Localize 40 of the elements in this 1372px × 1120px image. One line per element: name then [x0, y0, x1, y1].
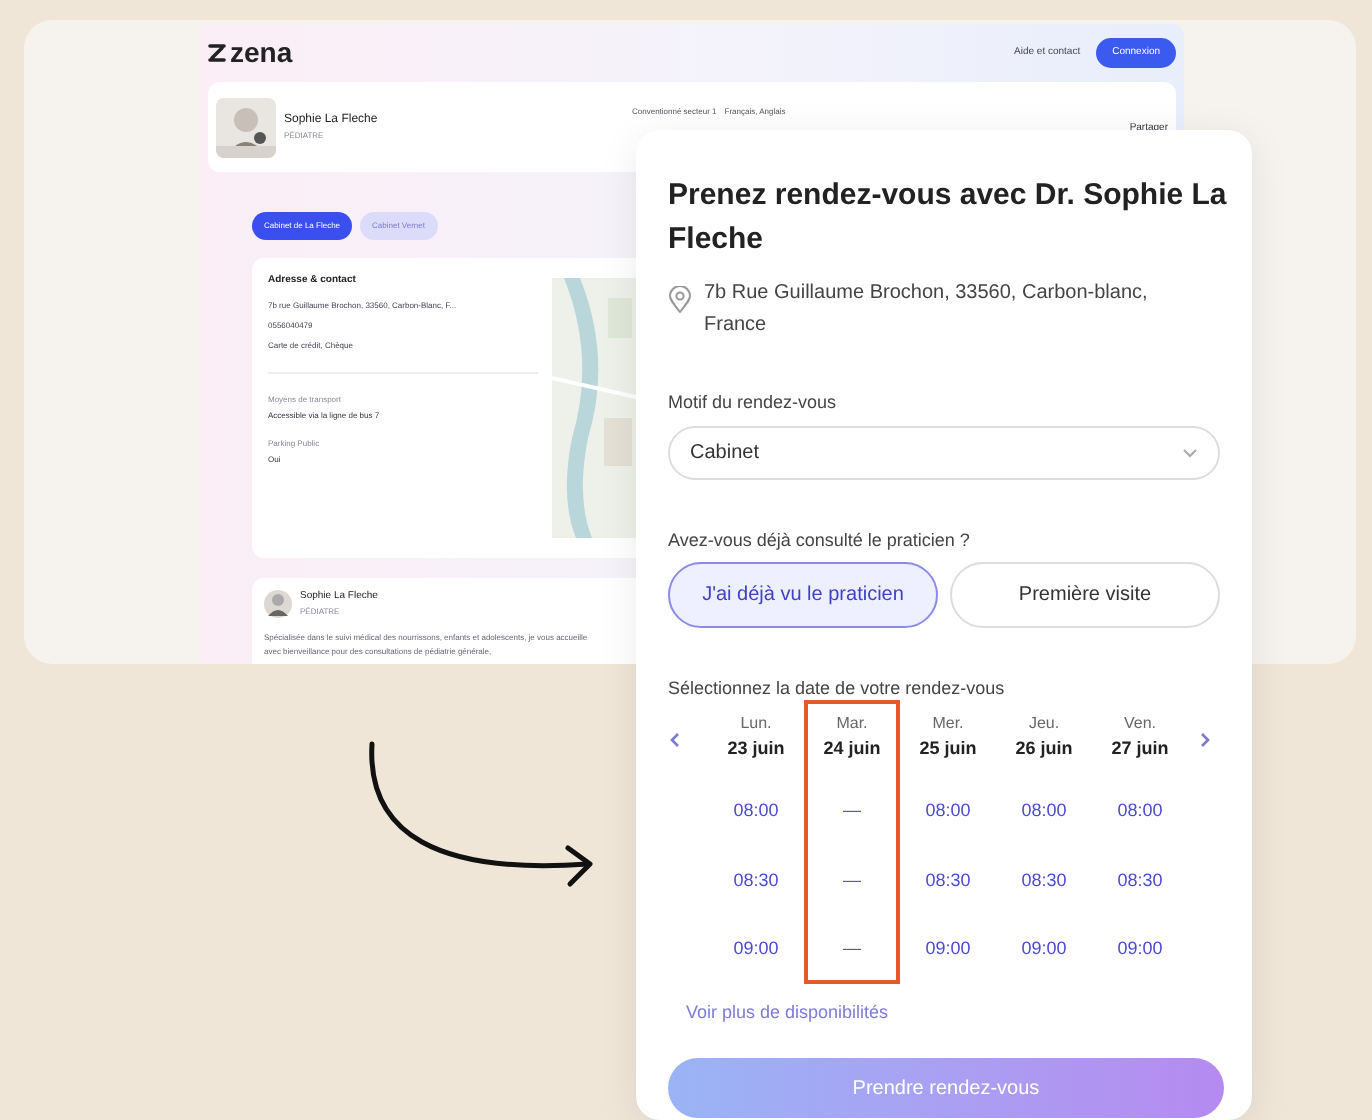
time-slot[interactable]: 08:30 [1117, 867, 1163, 894]
time-slot[interactable]: 08:00 [925, 798, 971, 825]
time-slot[interactable]: 08:00 [733, 798, 779, 825]
weekday: Ven. [1123, 711, 1156, 735]
address-text: 7b Rue Guillaume Brochon, 33560, Carbon-blanc, France [704, 280, 1150, 340]
unavailable-mark: — [843, 867, 861, 893]
date: 23 juin [727, 735, 785, 762]
time-slot[interactable]: 08:00 [1021, 798, 1067, 825]
weekday: Mar. [836, 711, 868, 735]
logo[interactable]: zena [230, 32, 293, 74]
visit-option[interactable]: Première visite [950, 562, 1220, 628]
chevron-down-icon [1182, 447, 1198, 457]
reason-select[interactable]: Cabinet [668, 425, 1220, 479]
time-slot[interactable]: 09:00 [1021, 936, 1067, 963]
visit-option[interactable]: J'ai déjà vu le praticien [668, 562, 938, 628]
date: 27 juin [1111, 735, 1169, 762]
unavailable-mark: — [843, 936, 861, 962]
time-slot[interactable]: 09:00 [733, 936, 779, 963]
time-slot[interactable]: 08:30 [733, 867, 779, 894]
time-slot[interactable]: 09:00 [925, 936, 971, 963]
weekday: Mer. [932, 711, 964, 735]
date: 25 juin [919, 735, 977, 762]
weekday: Jeu. [1028, 711, 1060, 735]
time-slot[interactable]: 09:00 [1117, 936, 1163, 963]
location-pin-icon [668, 286, 692, 314]
time-slot[interactable]: 08:30 [1021, 867, 1067, 894]
reason-label: Motif du rendez-vous [668, 390, 839, 416]
time-slot[interactable]: 08:30 [925, 867, 971, 894]
date-label: Sélectionnez la date de votre rendez-vous [668, 676, 1007, 702]
date: 24 juin [823, 735, 881, 762]
booking-title: Prenez rendez-vous avec Dr. Sophie La Fleche [668, 176, 1228, 260]
chevron-left-icon[interactable] [668, 731, 680, 747]
time-slot[interactable]: 08:00 [1117, 798, 1163, 825]
chevron-right-icon[interactable] [1200, 731, 1212, 747]
weekday: Lun. [740, 711, 772, 735]
unavailable-mark: — [843, 798, 861, 824]
more-availability-link[interactable]: Voir plus de disponibilités [686, 999, 889, 1026]
logo-icon [208, 44, 226, 62]
date: 26 juin [1015, 735, 1073, 762]
question-label: Avez-vous déjà consulté le praticien ? [668, 527, 972, 554]
